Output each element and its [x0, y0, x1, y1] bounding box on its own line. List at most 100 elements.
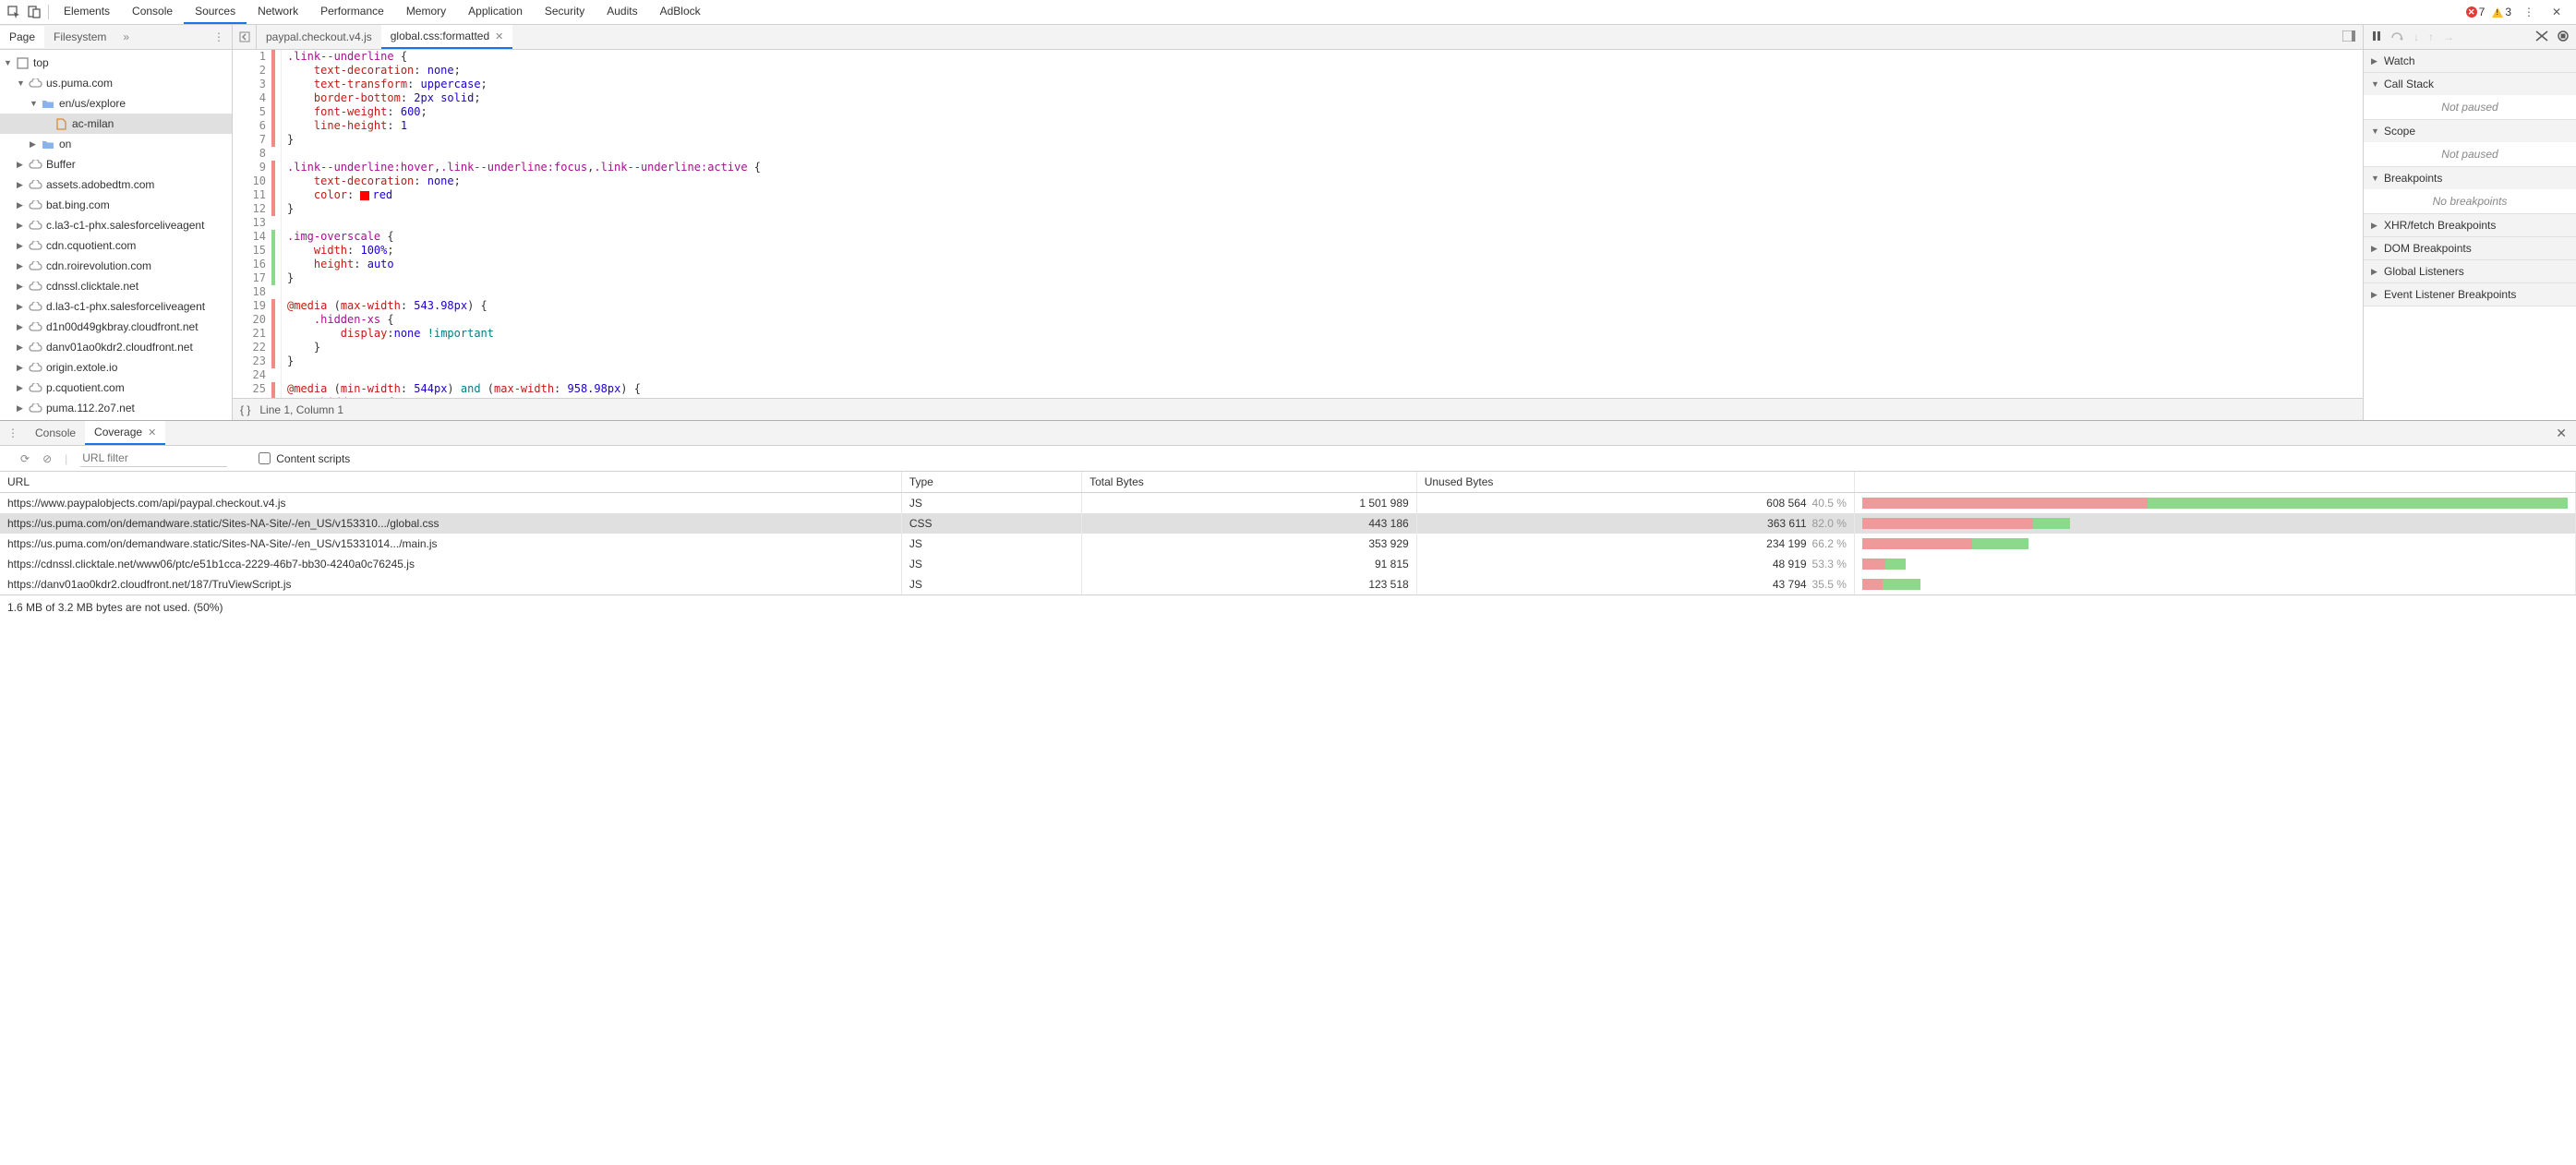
kebab-menu-icon[interactable]: ⋮: [2519, 2, 2539, 22]
tree-node[interactable]: ▶cdnssl.clicktale.net: [0, 276, 232, 296]
nav-tab-page[interactable]: Page: [0, 26, 44, 48]
error-count[interactable]: ✕7: [2466, 6, 2486, 18]
coverage-row[interactable]: https://www.paypalobjects.com/api/paypal…: [0, 493, 2576, 514]
nav-tab-filesystem[interactable]: Filesystem: [44, 26, 115, 48]
line-gutter[interactable]: 1234567891011121314151617181920212223242…: [233, 50, 282, 398]
section-header[interactable]: ▶Event Listener Breakpoints: [2364, 283, 2576, 306]
tree-node[interactable]: ▶p.cquotient.com: [0, 378, 232, 398]
caret-icon[interactable]: ▶: [17, 200, 26, 210]
caret-icon[interactable]: ▶: [17, 221, 26, 231]
tab-elements[interactable]: Elements: [53, 0, 121, 24]
tree-node[interactable]: ▶bat.bing.com: [0, 195, 232, 215]
tree-node[interactable]: ac-milan: [0, 114, 232, 134]
navigator-menu-icon[interactable]: ⋮: [206, 30, 232, 43]
section-header[interactable]: ▶XHR/fetch Breakpoints: [2364, 214, 2576, 236]
coverage-row[interactable]: https://us.puma.com/on/demandware.static…: [0, 534, 2576, 554]
tree-node[interactable]: ▼us.puma.com: [0, 73, 232, 93]
tab-security[interactable]: Security: [534, 0, 596, 24]
coverage-row[interactable]: https://danv01ao0kdr2.cloudfront.net/187…: [0, 574, 2576, 595]
tree-node[interactable]: ▶c.la3-c1-phx.salesforceliveagent: [0, 215, 232, 235]
section-header[interactable]: ▶Global Listeners: [2364, 260, 2576, 282]
caret-icon[interactable]: ▶: [17, 160, 26, 170]
coverage-table[interactable]: URLTypeTotal BytesUnused Bytes https://w…: [0, 472, 2576, 595]
drawer-tab-coverage[interactable]: Coverage✕: [85, 421, 165, 445]
col-header[interactable]: Type: [901, 472, 1081, 493]
caret-icon[interactable]: ▶: [17, 302, 26, 312]
drawer-close-icon[interactable]: ✕: [2546, 426, 2576, 441]
tree-node[interactable]: ▶assets.adobedtm.com: [0, 174, 232, 195]
caret-icon[interactable]: ▶: [17, 363, 26, 373]
tree-node[interactable]: ▼en/us/explore: [0, 93, 232, 114]
inspect-icon[interactable]: [4, 2, 24, 22]
pretty-print-icon[interactable]: { }: [240, 403, 250, 416]
device-toggle-icon[interactable]: [24, 2, 44, 22]
tree-node[interactable]: ▶puma.112.2o7.net: [0, 398, 232, 418]
close-icon[interactable]: ✕: [2546, 2, 2567, 22]
col-header[interactable]: Unused Bytes: [1416, 472, 1854, 493]
tab-performance[interactable]: Performance: [309, 0, 395, 24]
content-scripts-checkbox[interactable]: Content scripts: [259, 452, 350, 465]
drawer-tab-console[interactable]: Console: [26, 421, 85, 445]
caret-icon[interactable]: ▶: [17, 342, 26, 353]
section-header[interactable]: ▼Scope: [2364, 120, 2576, 142]
caret-icon[interactable]: ▼: [17, 78, 26, 88]
tree-node[interactable]: ▶d1n00d49gkbray.cloudfront.net: [0, 317, 232, 337]
section-header[interactable]: ▼Call Stack: [2364, 73, 2576, 95]
tree-node[interactable]: ▶danv01ao0kdr2.cloudfront.net: [0, 337, 232, 357]
reload-icon[interactable]: ⟳: [20, 452, 30, 465]
code-lines[interactable]: .link--underline { text-decoration: none…: [282, 50, 2363, 398]
col-header[interactable]: [1854, 472, 2575, 493]
url-filter-input[interactable]: [80, 450, 227, 467]
coverage-row[interactable]: https://us.puma.com/on/demandware.static…: [0, 513, 2576, 534]
tree-node[interactable]: ▶pumaimages.azureedge.net: [0, 418, 232, 420]
drawer-menu-icon[interactable]: ⋮: [0, 426, 26, 439]
file-tab[interactable]: global.css:formatted✕: [381, 25, 513, 49]
step-icon[interactable]: →: [2443, 30, 2454, 43]
tree-node[interactable]: ▶origin.extole.io: [0, 357, 232, 378]
clear-icon[interactable]: ⊘: [42, 452, 52, 465]
tab-adblock[interactable]: AdBlock: [649, 0, 712, 24]
tab-application[interactable]: Application: [457, 0, 534, 24]
show-nav-icon[interactable]: [2335, 30, 2363, 44]
step-into-icon[interactable]: ↓: [2413, 30, 2419, 43]
tab-memory[interactable]: Memory: [395, 0, 457, 24]
caret-icon[interactable]: ▶: [17, 180, 26, 190]
file-tab[interactable]: paypal.checkout.v4.js: [257, 25, 381, 49]
more-tabs-icon[interactable]: »: [115, 30, 137, 43]
close-tab-icon[interactable]: ✕: [148, 426, 156, 438]
pause-exceptions-icon[interactable]: [2558, 30, 2569, 44]
code-editor[interactable]: 1234567891011121314151617181920212223242…: [233, 50, 2363, 398]
section-header[interactable]: ▼Breakpoints: [2364, 167, 2576, 189]
tree-node[interactable]: ▶cdn.roirevolution.com: [0, 256, 232, 276]
caret-icon[interactable]: ▼: [4, 58, 13, 67]
caret-icon[interactable]: ▶: [17, 403, 26, 414]
tree-node[interactable]: ▶d.la3-c1-phx.salesforceliveagent: [0, 296, 232, 317]
caret-icon[interactable]: ▶: [17, 282, 26, 292]
caret-icon[interactable]: ▶: [17, 261, 26, 271]
section-header[interactable]: ▶Watch: [2364, 50, 2576, 72]
content-scripts-input[interactable]: [259, 452, 271, 464]
section-header[interactable]: ▶DOM Breakpoints: [2364, 237, 2576, 259]
tab-network[interactable]: Network: [247, 0, 309, 24]
caret-icon[interactable]: ▼: [30, 99, 39, 108]
col-header[interactable]: Total Bytes: [1082, 472, 1417, 493]
col-header[interactable]: URL: [0, 472, 901, 493]
warning-count[interactable]: 3: [2492, 6, 2511, 18]
nav-back-icon[interactable]: [233, 25, 257, 49]
caret-icon[interactable]: ▶: [17, 383, 26, 393]
tab-audits[interactable]: Audits: [596, 0, 648, 24]
step-out-icon[interactable]: ↑: [2428, 30, 2434, 43]
tree-node[interactable]: ▶Buffer: [0, 154, 232, 174]
tree-node[interactable]: ▶on: [0, 134, 232, 154]
close-tab-icon[interactable]: ✕: [495, 30, 503, 42]
step-over-icon[interactable]: [2391, 30, 2404, 44]
file-tree[interactable]: ▼top▼us.puma.com▼en/us/exploreac-milan▶o…: [0, 50, 232, 420]
caret-icon[interactable]: ▶: [30, 139, 39, 150]
tab-console[interactable]: Console: [121, 0, 184, 24]
tab-sources[interactable]: Sources: [184, 0, 247, 24]
tree-node[interactable]: ▶cdn.cquotient.com: [0, 235, 232, 256]
caret-icon[interactable]: ▶: [17, 241, 26, 251]
tree-node[interactable]: ▼top: [0, 53, 232, 73]
caret-icon[interactable]: ▶: [17, 322, 26, 332]
coverage-row[interactable]: https://cdnssl.clicktale.net/www06/ptc/e…: [0, 554, 2576, 574]
